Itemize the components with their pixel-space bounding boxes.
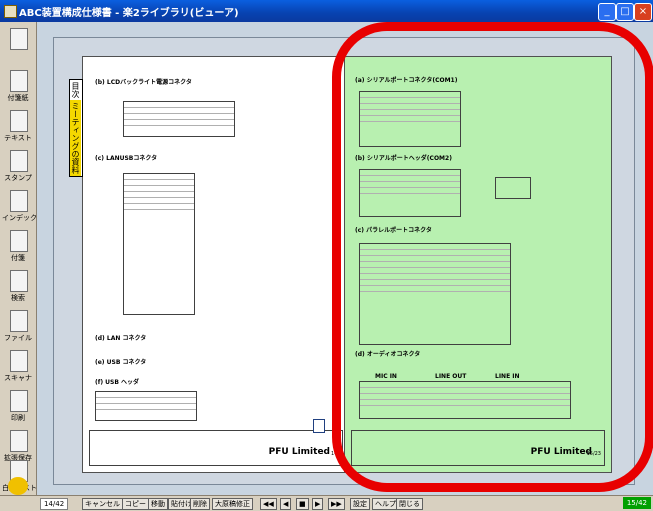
spec-table (95, 391, 197, 421)
tool-select[interactable] (2, 26, 34, 66)
help-button[interactable]: ヘルプ (372, 498, 399, 510)
maximize-button[interactable]: □ (616, 3, 634, 21)
copy-button[interactable]: コピー (122, 498, 149, 510)
move-button[interactable]: 移動 (148, 498, 168, 510)
tool-text[interactable]: テキスト (2, 108, 34, 148)
select-icon (10, 28, 28, 50)
edit-button[interactable]: 大原稿修正 (212, 498, 253, 510)
section-heading: (b) LCDバックライト電源コネクタ (95, 79, 192, 86)
spec-table (123, 173, 195, 315)
window-title: ABC装置構成仕様書 - 楽2ライブラリ(ビューア) (19, 8, 239, 19)
next-page-button[interactable]: ▶ (312, 498, 324, 510)
first-page-button[interactable]: ◀◀ (260, 498, 277, 510)
tool-search[interactable]: 検索 (2, 268, 34, 308)
audio-label: LINE OUT (435, 373, 467, 380)
minimize-button[interactable]: _ (598, 3, 616, 21)
section-heading: (d) オーディオコネクタ (355, 351, 421, 358)
bottom-toolbar: 14/42 キャンセル コピー 移動 貼付け 削除 大原稿修正 ◀◀ ◀ ■ ▶… (0, 495, 653, 511)
spec-table (359, 91, 461, 147)
stamp-icon (10, 150, 28, 172)
spec-table (359, 243, 511, 345)
scanner-icon (10, 350, 28, 372)
title-block: PFU Limited 14/ (89, 430, 343, 466)
right-page[interactable]: (a) シリアルポートコネクタ(COM1) (b) シリアルポートヘッダ(COM… (344, 56, 612, 473)
pin-diagram (495, 177, 531, 199)
page-number: 15/23 (586, 451, 601, 457)
spec-table (359, 381, 571, 419)
tool-index[interactable]: インデックス (2, 188, 44, 228)
index-icon (10, 190, 28, 212)
section-heading: (a) シリアルポートコネクタ(COM1) (355, 77, 458, 84)
app-icon (4, 5, 17, 18)
index-tabs: 目次 ミーティングの資料 (69, 79, 83, 177)
company-name: PFU Limited (268, 447, 330, 457)
tool-print[interactable]: 印刷 (2, 388, 34, 428)
audio-label: MIC IN (375, 373, 397, 380)
tool-file[interactable]: ファイル (2, 308, 34, 348)
print-icon (10, 390, 28, 412)
tool-sticky[interactable]: 付箋紙 (2, 68, 34, 108)
tab-contents[interactable]: 目次 (70, 80, 81, 100)
last-page-button[interactable]: ▶▶ (328, 498, 345, 510)
document-workspace: 目次 ミーティングの資料 (b) LCDバックライト電源コネクタ (c) LAN… (37, 22, 653, 495)
bookmark-icon[interactable] (313, 419, 325, 433)
file-icon (10, 310, 28, 332)
stop-button[interactable]: ■ (296, 498, 309, 510)
section-heading: (b) シリアルポートヘッダ(COM2) (355, 155, 452, 162)
save-icon (10, 430, 28, 452)
cancel-button[interactable]: キャンセル (82, 498, 123, 510)
section-heading: (e) USB コネクタ (95, 359, 147, 366)
title-block: PFU Limited 15/23 (351, 430, 605, 466)
section-heading: (c) LANUSBコネクタ (95, 155, 158, 162)
section-heading: (f) USB ヘッダ (95, 379, 140, 386)
tool-scanner[interactable]: スキャナ (2, 348, 34, 388)
spec-table (123, 101, 235, 137)
search-icon (10, 270, 28, 292)
section-heading: (c) パラレルポートコネクタ (355, 227, 432, 234)
status-icon (8, 477, 28, 495)
spec-table (359, 169, 461, 217)
settings-button[interactable]: 設定 (350, 498, 370, 510)
prev-page-button[interactable]: ◀ (280, 498, 292, 510)
left-page[interactable]: 目次 ミーティングの資料 (b) LCDバックライト電源コネクタ (c) LAN… (69, 56, 350, 473)
tool-tag[interactable]: 付箋 (2, 228, 34, 268)
page-number: 14/ (330, 451, 339, 457)
tab-meeting[interactable]: ミーティングの資料 (70, 100, 81, 176)
binder: 目次 ミーティングの資料 (b) LCDバックライト電源コネクタ (c) LAN… (53, 37, 635, 485)
page-indicator-left: 14/42 (40, 498, 69, 510)
close-button[interactable]: × (634, 3, 652, 21)
delete-button[interactable]: 削除 (190, 498, 210, 510)
title-bar: ABC装置構成仕様書 - 楽2ライブラリ(ビューア) _ □ × (0, 0, 653, 22)
tag-icon (10, 230, 28, 252)
audio-label: LINE IN (495, 373, 520, 380)
sticky-icon (10, 70, 28, 92)
tool-panel: 付箋紙 テキスト スタンプ インデックス 付箋 検索 ファイル スキャナ 印刷 … (0, 22, 44, 495)
company-name: PFU Limited (530, 447, 592, 457)
close-viewer-button[interactable]: 閉じる (396, 498, 423, 510)
section-heading: (d) LAN コネクタ (95, 335, 147, 342)
page-indicator-right: 15/42 (622, 497, 651, 509)
text-icon (10, 110, 28, 132)
tool-stamp[interactable]: スタンプ (2, 148, 34, 188)
